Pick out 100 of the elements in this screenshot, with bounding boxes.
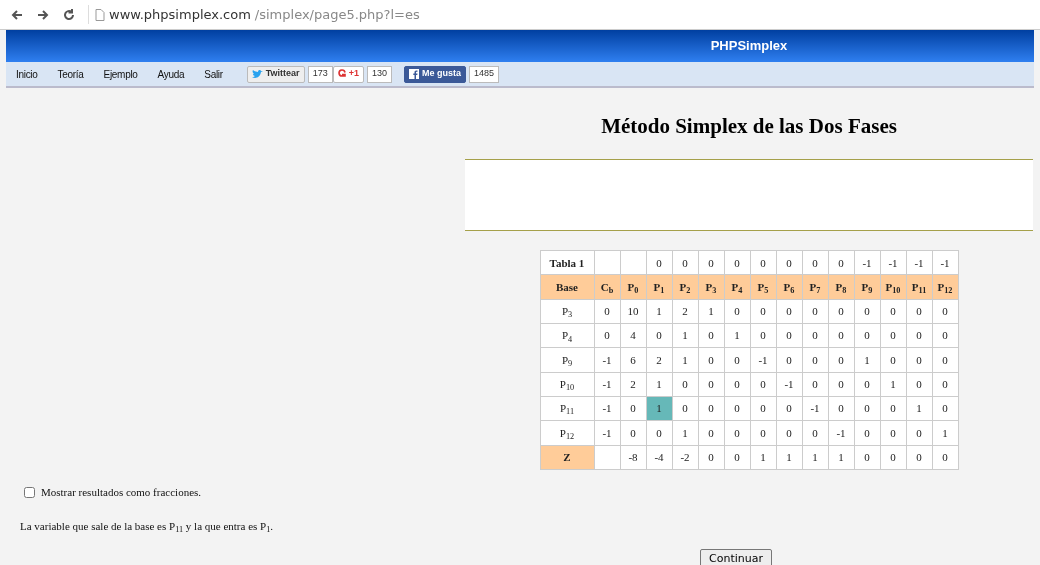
table-cell: 0 [620,396,646,421]
table-cell: P$_{9}$ [540,347,594,373]
like-count: 1485 [468,65,499,83]
table-cell: -1 [880,250,906,275]
continue-button[interactable]: Continuar [700,548,772,565]
table-cell: 0 [646,323,672,348]
menu-link[interactable]: Ayuda [157,66,185,82]
table-cell: -1 [594,420,620,446]
back-icon[interactable] [10,7,24,22]
table-cell: 0 [854,323,880,348]
table-cell: 6 [620,347,646,373]
table-cell: 10 [620,299,646,324]
reload-icon[interactable] [62,7,76,22]
table-cell: 2 [646,347,672,373]
table-cell: -4 [646,445,672,470]
table-cell: 0 [698,396,724,421]
table-cell: 0 [932,372,958,397]
menu-link[interactable]: Salir [204,66,223,82]
table-cell: 0 [698,420,724,446]
table-cell: 0 [854,372,880,397]
table-cell: 0 [724,420,750,446]
table-cell: P$_{4}$ [540,323,594,348]
table-cell: 0 [594,299,620,324]
table-cell: -1 [828,420,854,446]
table-cell: -2 [672,445,698,470]
bird-icon [251,69,263,79]
table-cell: 0 [646,420,672,446]
table-cell: 0 [932,445,958,470]
table-cell: 0 [750,323,776,348]
table-cell: 0 [802,250,828,275]
table-cell: 0 [802,347,828,373]
table-cell: 0 [854,299,880,324]
like-button[interactable]: Me gusta [403,65,466,83]
table-cell: 1 [698,299,724,324]
table-cell: 0 [672,250,698,275]
table-cell: 0 [750,420,776,446]
table-cell: 0 [932,299,958,324]
table-cell: 0 [932,323,958,348]
table-cell: 0 [750,372,776,397]
table-cell: 0 [620,420,646,446]
checkbox[interactable] [24,486,35,498]
table-cell: 0 [802,299,828,324]
table-cell: -1 [750,347,776,373]
table-cell: 4 [620,323,646,348]
tweet-button[interactable]: Twittear [246,65,305,83]
table-cell: 0 [724,396,750,421]
table-cell: 0 [906,420,932,446]
table-cell: 0 [698,347,724,373]
url-path: /simplex/page5.php?l=es [254,5,420,24]
table-cell: 0 [932,396,958,421]
menu-link[interactable]: Inicio [16,66,38,82]
like-count: 173 [307,65,333,83]
table-cell: 1 [802,445,828,470]
forward-icon[interactable] [36,7,50,22]
url-domain: www.phpsimplex.com [109,5,251,24]
table-cell: 0 [698,372,724,397]
table-cell: 0 [594,323,620,348]
plus-one-button[interactable]: +1 [332,65,364,83]
table-cell: 0 [828,396,854,421]
menu-link[interactable]: Teoría [57,66,84,82]
table-cell: 0 [776,323,802,348]
page-title: Método Simplex de las Dos Fases [601,114,897,140]
table-cell: 0 [750,396,776,421]
table-cell: 0 [854,445,880,470]
table-cell: 0 [776,396,802,421]
table-cell: 1 [828,445,854,470]
table-cell: 0 [724,347,750,373]
table-cell: 0 [854,396,880,421]
table-cell: 0 [906,347,932,373]
menu-link[interactable]: Ejemplo [103,66,138,82]
g-icon [337,68,346,80]
table-cell: 0 [906,299,932,324]
table-cell: 0 [880,420,906,446]
table-cell: 0 [724,445,750,470]
table-cell: -1 [594,396,620,421]
f-icon [408,69,419,79]
table-cell: 0 [776,250,802,275]
table-cell: 1 [776,445,802,470]
table-cell: 0 [698,323,724,348]
table-cell: -1 [594,347,620,373]
table-cell: 1 [724,323,750,348]
table-cell: 0 [828,372,854,397]
table-cell: -1 [932,250,958,275]
table-cell: 0 [672,372,698,397]
table-cell: 0 [750,299,776,324]
table-cell: 0 [776,299,802,324]
table-cell: 2 [672,299,698,324]
table-cell: 0 [880,396,906,421]
table-cell: -8 [620,445,646,470]
table-cell: 0 [854,420,880,446]
table-cell: 0 [724,299,750,324]
table-cell: 2 [620,372,646,397]
table-cell: -1 [802,396,828,421]
table-cell: 1 [932,420,958,446]
table-cell: 0 [802,420,828,446]
table-cell: P$_{10}$ [540,372,594,397]
table-cell: 0 [698,250,724,275]
table-cell: 0 [698,445,724,470]
table-cell: 0 [880,299,906,324]
result-message: La variable que sale de la base es P$_{11}$ y la que entra es P$_{1}$. [20,519,275,535]
